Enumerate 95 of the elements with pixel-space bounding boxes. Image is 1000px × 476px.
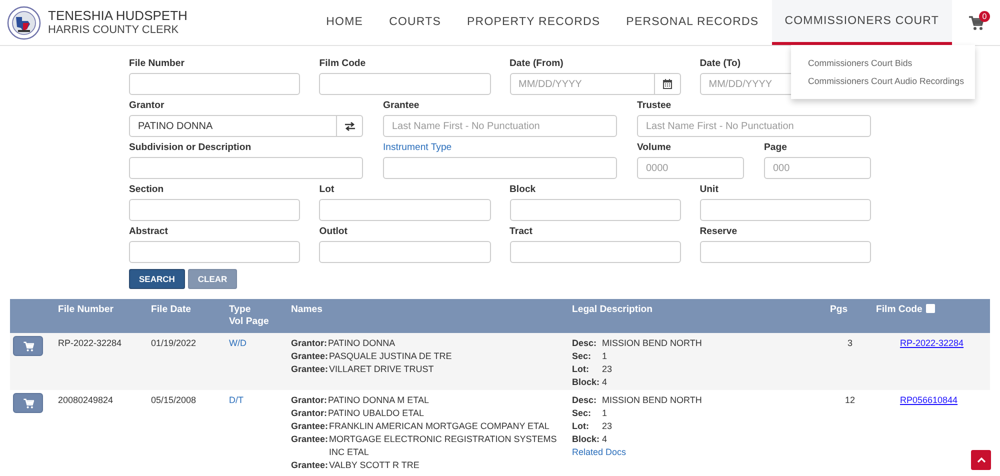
legal-description-line: Desc: MISSION BEND NORTH	[572, 337, 703, 350]
field-label: Unit	[700, 185, 718, 197]
field-label: Volume	[637, 143, 671, 155]
field-label: File Number	[129, 59, 184, 71]
input-field[interactable]	[129, 241, 300, 263]
field-label: Film Code	[319, 59, 366, 71]
input-field[interactable]	[319, 73, 490, 95]
input-field[interactable]	[510, 199, 681, 221]
table-cell-text: 01/19/2022	[151, 337, 198, 350]
input-field[interactable]	[700, 241, 871, 263]
legal-description-line: Sec: 1	[572, 407, 608, 420]
field-label: Reserve	[700, 227, 738, 239]
swap-arrows-icon	[344, 122, 354, 130]
legal-description-line: Lot: 23	[572, 363, 614, 376]
film-code-link[interactable]: RP-2022-32284	[870, 338, 964, 348]
legal-description-line: Sec: 1	[572, 350, 608, 363]
column-header: Vol Page	[229, 316, 270, 328]
table-cell-text: 20080249824	[58, 394, 114, 407]
field-label-link[interactable]: Instrument Type	[383, 143, 452, 157]
table-cell-text: RP-2022-32284	[58, 337, 123, 350]
field-label: Grantee	[383, 101, 420, 113]
input-field[interactable]	[129, 199, 300, 221]
field-label: Section	[129, 185, 164, 197]
input-field[interactable]: MM/DD/YYYY	[510, 73, 655, 95]
chevron-up-icon	[976, 457, 986, 463]
add-to-cart-button[interactable]	[13, 393, 43, 413]
party-name: Grantor:PATINO UBALDO ETAL	[291, 407, 426, 420]
input-field[interactable]	[510, 241, 681, 263]
document-type-link[interactable]: D/T	[229, 395, 244, 405]
legal-description-line: Block: 4	[572, 376, 608, 389]
input-field[interactable]: Last Name First - No Punctuation	[637, 115, 871, 137]
input-field[interactable]: 000	[764, 157, 871, 179]
site-title: TENESHIA HUDSPETH	[48, 8, 188, 22]
party-name: Grantee:VILLARET DRIVE TRUST	[291, 363, 435, 376]
field-label: Block	[510, 185, 536, 197]
search-button[interactable]: SEARCH	[129, 269, 185, 289]
input-field[interactable]	[700, 199, 871, 221]
calendar-icon	[662, 79, 672, 89]
input-field[interactable]: Last Name First - No Punctuation	[383, 115, 617, 137]
column-header: Legal Description	[572, 304, 654, 317]
input-field[interactable]	[129, 157, 363, 179]
input-field[interactable]	[129, 73, 300, 95]
party-name: Grantor:PATINO DONNA	[291, 337, 396, 350]
column-header: Type	[229, 304, 252, 316]
input-field[interactable]: 0000	[637, 157, 744, 179]
site-subtitle: HARRIS COUNTY CLERK	[48, 22, 180, 36]
column-header: File Date	[151, 304, 192, 317]
party-name: Grantee:VALBY SCOTT R TRE	[291, 459, 420, 472]
field-label: Abstract	[129, 227, 168, 239]
party-name: Grantee:PASQUALE JUSTINA DE TRE	[291, 350, 453, 363]
legal-description-line: Lot: 23	[572, 420, 614, 433]
table-cell-text: 12	[844, 394, 856, 407]
party-name: Grantee:MORTGAGE ELECTRONIC REGISTRATION SYSTEMS INC ETAL	[291, 433, 558, 459]
swap-button[interactable]	[337, 115, 363, 137]
field-label: Date (To)	[700, 59, 741, 71]
column-header: Names	[291, 304, 324, 317]
input-field[interactable]	[319, 199, 490, 221]
dropdown-item[interactable]: Commissioners Court Bids	[791, 55, 975, 73]
related-docs-link[interactable]: Related Docs	[572, 447, 626, 457]
cart-icon	[22, 340, 34, 352]
nav-link[interactable]: PROPERTY RECORDS	[454, 0, 614, 45]
film-code-link[interactable]: RP056610844	[870, 395, 958, 405]
document-type-link[interactable]: W/D	[229, 338, 246, 348]
field-label: Page	[764, 143, 787, 155]
field-label: Lot	[319, 185, 334, 197]
seal-icon	[7, 6, 41, 40]
cart-icon[interactable]	[968, 14, 984, 30]
party-name: Grantee:FRANKLIN AMERICAN MORTGAGE COMPANY ETAL	[291, 420, 550, 433]
table-cell-text: 05/15/2008	[151, 394, 198, 407]
field-label: Tract	[510, 227, 532, 239]
add-to-cart-button[interactable]	[13, 336, 43, 356]
scroll-to-top-button[interactable]	[971, 450, 991, 470]
field-label: Date (From)	[510, 59, 564, 71]
field-label: Subdivision or Description	[129, 143, 252, 155]
field-label: Grantor	[129, 101, 164, 113]
nav-link[interactable]: COURTS	[376, 0, 454, 45]
input-field[interactable]: PATINO DONNA	[129, 115, 337, 137]
cart-icon	[22, 398, 34, 408]
cart-count-badge: 0	[979, 11, 990, 22]
nav-link[interactable]: PERSONAL RECORDS	[613, 0, 772, 45]
input-field[interactable]	[383, 157, 617, 179]
column-header: File Number	[58, 304, 114, 317]
field-label: Outlot	[319, 227, 348, 239]
legal-description-line: Block: 4	[572, 433, 608, 446]
table-cell-text: 3	[846, 337, 854, 350]
calendar-button[interactable]	[654, 73, 681, 95]
select-all-checkbox[interactable]	[926, 304, 936, 313]
nav-link[interactable]: COMMISSIONERS COURT	[772, 0, 952, 45]
column-header: Pgs	[830, 304, 849, 317]
input-field[interactable]	[319, 241, 490, 263]
nav-link[interactable]: HOME	[313, 0, 376, 45]
legal-description-line: Desc: MISSION BEND NORTH	[572, 394, 703, 407]
party-name: Grantor:PATINO DONNA M ETAL	[291, 394, 430, 407]
field-label: Trustee	[637, 101, 672, 113]
column-header: Film Code	[876, 304, 922, 316]
